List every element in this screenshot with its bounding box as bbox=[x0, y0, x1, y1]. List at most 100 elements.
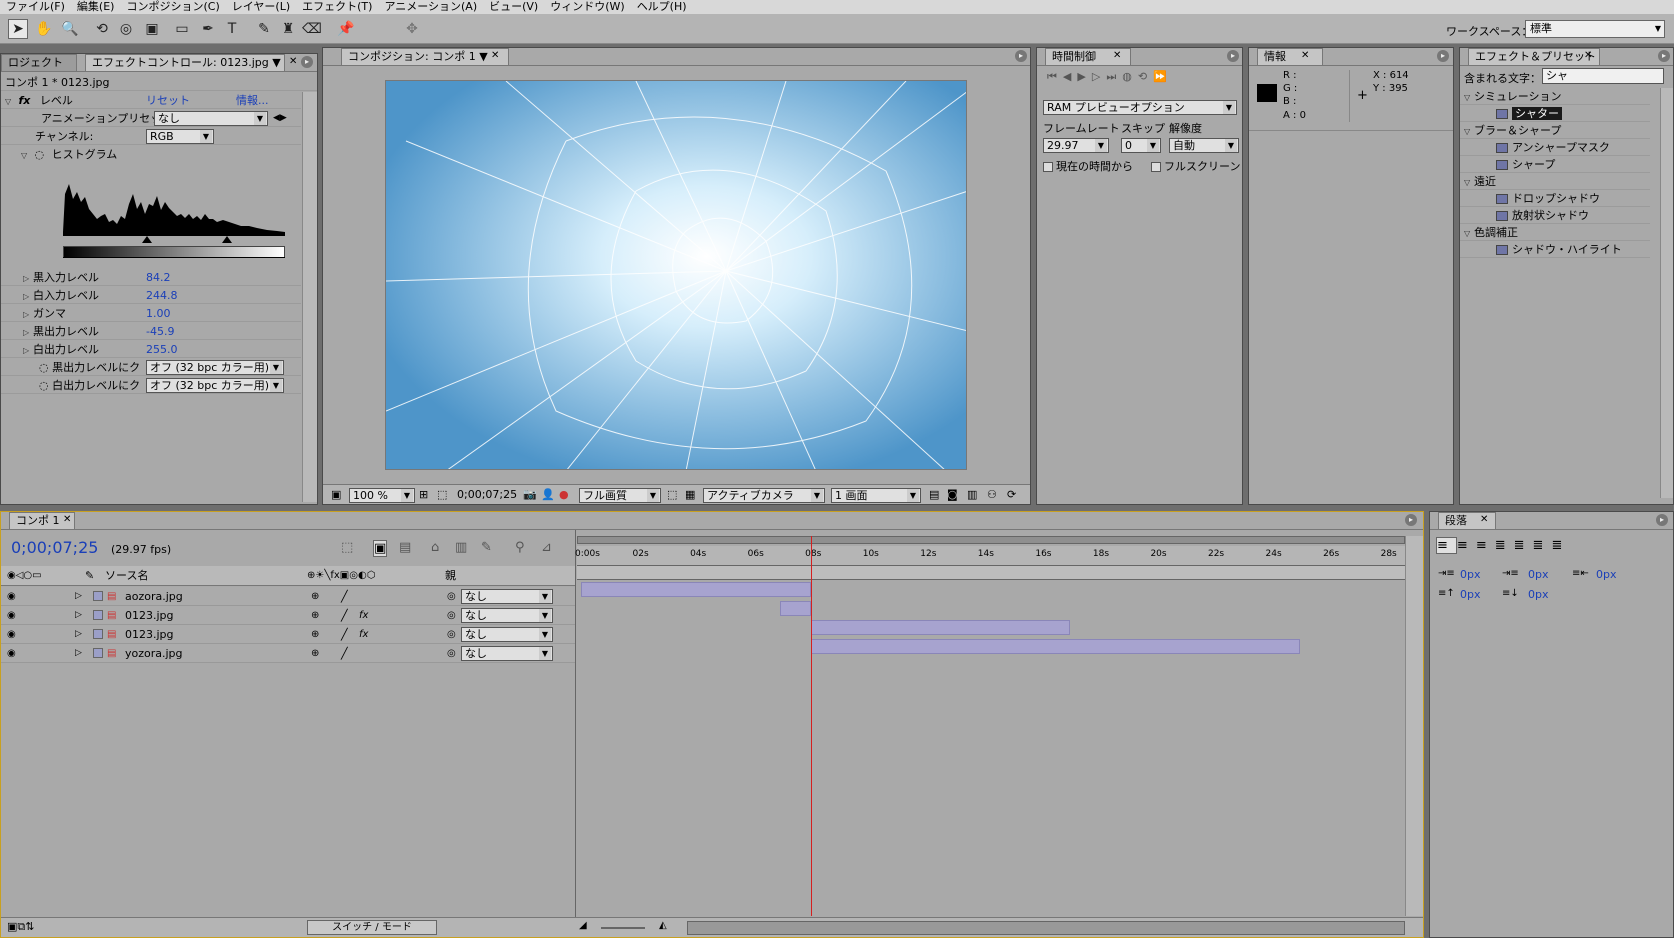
collapse-switch-icon[interactable]: ⊕ bbox=[311, 587, 319, 606]
panel-menu-icon[interactable]: ▸ bbox=[1405, 514, 1417, 526]
time-navigator[interactable] bbox=[577, 536, 1405, 544]
effect-group-simulation[interactable]: ▽ シミュレーション bbox=[1460, 88, 1650, 105]
play-icon[interactable]: ▶ bbox=[1077, 70, 1091, 83]
effect-item-shadow-highlight[interactable]: シャドウ・ハイライト bbox=[1460, 241, 1650, 258]
work-area-bar[interactable] bbox=[577, 566, 1405, 580]
layer-name[interactable]: 0123.jpg bbox=[125, 606, 174, 625]
show-snapshot-icon[interactable]: 👤 bbox=[541, 488, 555, 501]
effect-item-sharpen[interactable]: シャープ bbox=[1460, 156, 1650, 173]
layer-row[interactable]: ◉ ▷ ▤ aozora.jpg ⊕ ╱ ◎ なし bbox=[1, 587, 575, 606]
effects-scrollbar[interactable] bbox=[1660, 88, 1673, 498]
tab-project[interactable]: ロジェクト bbox=[1, 54, 77, 71]
effect-group-color-correction[interactable]: ▽ 色調補正 bbox=[1460, 224, 1650, 241]
close-tab-icon[interactable]: ✕ bbox=[289, 56, 297, 67]
pixel-aspect-icon[interactable]: ▤ bbox=[929, 488, 939, 501]
parent-dropdown[interactable]: なし bbox=[461, 646, 553, 661]
pickwhip-icon[interactable]: ◎ bbox=[447, 644, 456, 663]
quality-switch-icon[interactable]: ╱ bbox=[341, 606, 348, 625]
av-features-header-icon[interactable]: ◉◁○▭ bbox=[7, 566, 42, 586]
effect-item-shatter[interactable]: シャター bbox=[1460, 105, 1650, 122]
collapse-switch-icon[interactable]: ⊕ bbox=[311, 606, 319, 625]
expand-triangle-icon[interactable]: ▷ bbox=[75, 625, 82, 644]
menu-help[interactable]: ヘルプ(H) bbox=[631, 0, 693, 14]
timeline-horizontal-scrollbar[interactable] bbox=[687, 921, 1405, 935]
flowchart-icon[interactable]: ⚇ bbox=[987, 488, 997, 501]
layer-row[interactable]: ◉ ▷ ▤ 0123.jpg ⊕ ╱ fx ◎ なし bbox=[1, 625, 575, 644]
param-row-white-output[interactable]: ▷ 白出力レベル 255.0 bbox=[1, 341, 301, 358]
magnification-dropdown[interactable]: 100 % bbox=[349, 488, 415, 503]
label-color-swatch[interactable] bbox=[93, 610, 103, 620]
eye-icon[interactable]: ◉ bbox=[7, 587, 16, 606]
panel-menu-icon[interactable]: ▸ bbox=[1015, 50, 1027, 62]
ram-preview-icon[interactable]: ⏩ bbox=[1153, 70, 1173, 83]
animation-preset-dropdown[interactable]: なし bbox=[154, 111, 268, 126]
timeline-scrollbar[interactable] bbox=[1405, 536, 1423, 916]
layer-duration-bar[interactable] bbox=[811, 620, 1071, 635]
menu-layer[interactable]: レイヤー(L) bbox=[226, 0, 296, 14]
hand-tool-icon[interactable]: ✋ bbox=[34, 19, 54, 39]
region-of-interest-icon[interactable]: ⬚ bbox=[667, 488, 677, 501]
brainstorm-icon[interactable]: ✎ bbox=[481, 540, 492, 555]
stopwatch-icon[interactable]: ◌ bbox=[39, 379, 52, 392]
parent-dropdown[interactable]: なし bbox=[461, 608, 553, 623]
justify-left-icon[interactable]: ≣ bbox=[1495, 538, 1514, 553]
label-color-swatch[interactable] bbox=[93, 629, 103, 639]
indent-left-value[interactable]: 0px bbox=[1460, 568, 1481, 581]
param-value[interactable]: 255.0 bbox=[146, 341, 178, 358]
always-preview-icon[interactable]: ▣ bbox=[331, 488, 341, 501]
menu-view[interactable]: ビュー(V) bbox=[483, 0, 544, 14]
space-after-value[interactable]: 0px bbox=[1528, 588, 1549, 601]
label-color-swatch[interactable] bbox=[93, 648, 103, 658]
param-row-black-input[interactable]: ▷ 黒入力レベル 84.2 bbox=[1, 269, 301, 286]
indent-first-line-value[interactable]: 0px bbox=[1528, 568, 1549, 581]
menu-window[interactable]: ウィンドウ(W) bbox=[544, 0, 630, 14]
quality-switch-icon[interactable]: ╱ bbox=[341, 587, 348, 606]
param-row-white-input[interactable]: ▷ 白入力レベル 244.8 bbox=[1, 287, 301, 304]
timeline-zoom-slider[interactable] bbox=[601, 927, 645, 929]
effect-item-unsharp-mask[interactable]: アンシャープマスク bbox=[1460, 139, 1650, 156]
layer-duration-bar[interactable] bbox=[581, 582, 812, 597]
menu-effect[interactable]: エフェクト(T) bbox=[296, 0, 378, 14]
pen-tool-icon[interactable]: ✒ bbox=[198, 19, 218, 39]
axis-mode-icon[interactable]: ✥ bbox=[402, 19, 422, 39]
stopwatch-icon[interactable]: ◌ bbox=[39, 361, 52, 374]
effect-item-radial-shadow[interactable]: 放射状シャドウ bbox=[1460, 207, 1650, 224]
menu-file[interactable]: ファイル(F) bbox=[0, 0, 71, 14]
panel-menu-icon[interactable]: ▸ bbox=[301, 56, 313, 68]
effects-search-input[interactable]: シャ bbox=[1542, 68, 1664, 84]
view-layout-dropdown[interactable]: 1 画面 bbox=[831, 488, 921, 503]
eraser-tool-icon[interactable]: ⌫ bbox=[302, 19, 322, 39]
preset-prev-next-icon[interactable]: ◀▶ bbox=[273, 110, 287, 127]
rotate-tool-icon[interactable]: ⟲ bbox=[92, 19, 112, 39]
graph-editor-icon[interactable]: ⊿ bbox=[541, 540, 552, 555]
eye-icon[interactable]: ◉ bbox=[7, 625, 16, 644]
effect-group-blur-sharpen[interactable]: ▽ ブラー＆シャープ bbox=[1460, 122, 1650, 139]
close-tab-icon[interactable]: ✕ bbox=[63, 514, 71, 525]
space-before-value[interactable]: 0px bbox=[1460, 588, 1481, 601]
fast-previews-icon[interactable]: ◙ bbox=[947, 488, 958, 501]
shy-layers-icon[interactable]: ▤ bbox=[399, 540, 411, 555]
camera-view-dropdown[interactable]: アクティブカメラ bbox=[703, 488, 825, 503]
live-update-icon[interactable]: ⬚ bbox=[341, 540, 353, 555]
effect-group-perspective[interactable]: ▽ 遠近 bbox=[1460, 173, 1650, 190]
align-right-icon[interactable]: ≡ bbox=[1476, 538, 1495, 553]
effect-row-levels[interactable]: ▽ fx レベル リセット 情報... bbox=[1, 92, 301, 109]
parent-dropdown[interactable]: なし bbox=[461, 589, 553, 604]
tab-effect-controls[interactable]: エフェクトコントロール: 0123.jpg ▼ bbox=[85, 54, 285, 71]
tab-effects-presets[interactable]: エフェクト＆プリセット bbox=[1468, 48, 1600, 65]
source-name-header[interactable]: ソース名 bbox=[105, 566, 148, 586]
label-color-swatch[interactable] bbox=[93, 591, 103, 601]
pickwhip-icon[interactable]: ◎ bbox=[447, 587, 456, 606]
resolution-dropdown[interactable]: フル画質 bbox=[579, 488, 661, 503]
justify-center-icon[interactable]: ≣ bbox=[1514, 538, 1533, 553]
layer-row[interactable]: ◉ ▷ ▤ 0123.jpg ⊕ ╱ fx ◎ なし bbox=[1, 606, 575, 625]
close-tab-icon[interactable]: ✕ bbox=[1584, 50, 1592, 61]
eye-icon[interactable]: ◉ bbox=[7, 606, 16, 625]
menu-edit[interactable]: 編集(E) bbox=[71, 0, 121, 14]
justify-right-icon[interactable]: ≣ bbox=[1533, 538, 1552, 553]
expand-triangle-icon[interactable]: ▽ bbox=[21, 147, 31, 164]
fx-icon[interactable]: fx bbox=[19, 94, 31, 107]
first-frame-icon[interactable]: ⏮ bbox=[1047, 70, 1063, 83]
histogram-graph[interactable] bbox=[63, 164, 285, 244]
panel-menu-icon[interactable]: ▸ bbox=[1227, 50, 1239, 62]
